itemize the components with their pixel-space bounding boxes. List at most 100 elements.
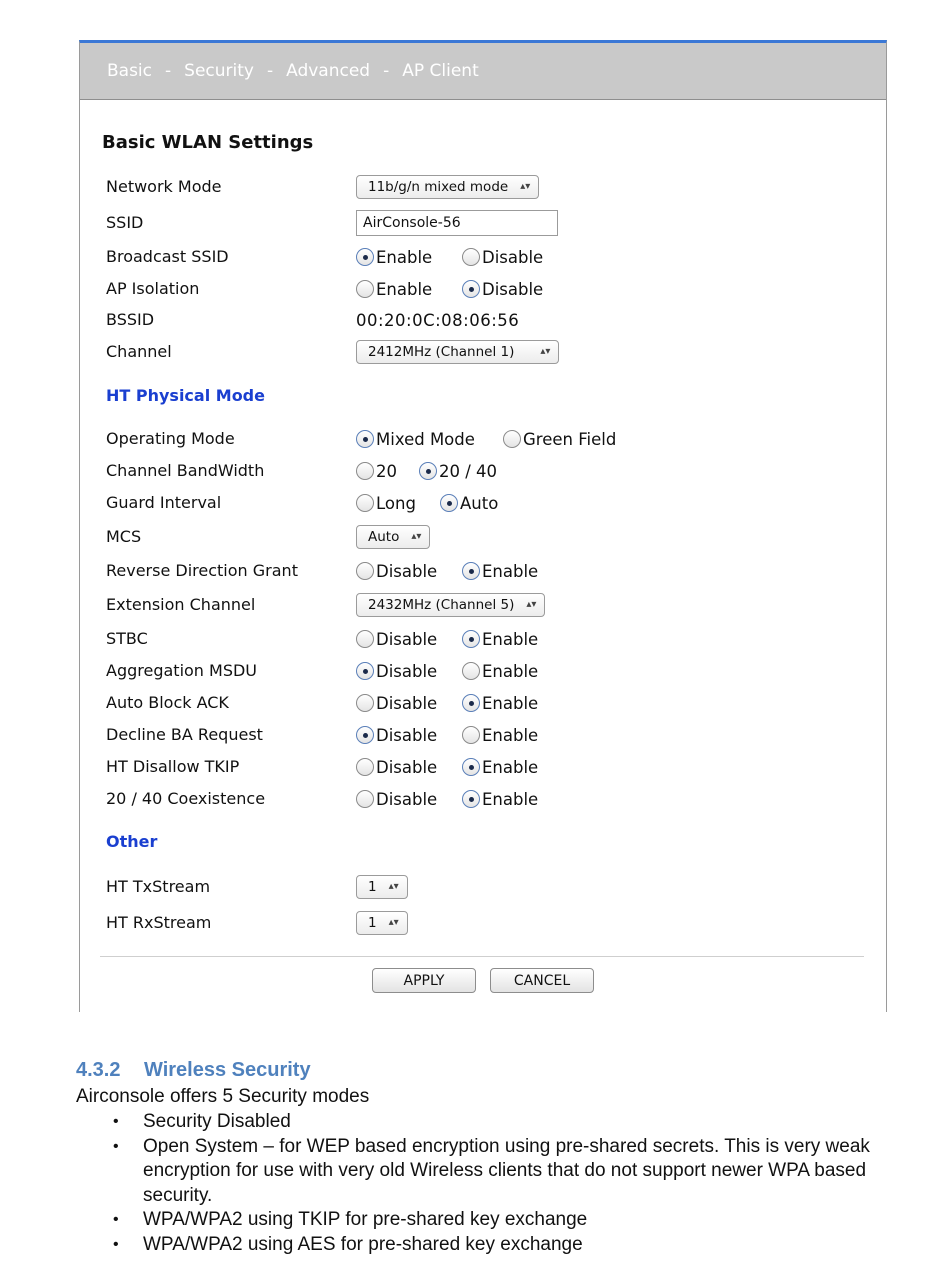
channel-value: 2412MHz (Channel 1): [368, 344, 515, 360]
channel-select[interactable]: 2412MHz (Channel 1) ▴▾: [356, 340, 560, 364]
stbc-row: STBC Disable Enable: [80, 625, 886, 653]
bandwidth-20-radio[interactable]: 20: [356, 462, 419, 481]
rdg-disable-radio[interactable]: Disable: [356, 562, 462, 581]
mcs-value: Auto: [368, 529, 400, 545]
radio-label: Green Field: [523, 429, 617, 449]
radio-selected-icon: [462, 280, 480, 298]
ap-isolation-enable-radio[interactable]: Enable: [356, 280, 462, 299]
radio-label: 20: [376, 461, 397, 481]
broadcast-ssid-disable-radio[interactable]: Disable: [462, 248, 543, 267]
ssid-input[interactable]: AirConsole-56: [356, 210, 558, 236]
select-arrows-icon: ▴▾: [388, 917, 399, 928]
radio-unselected-icon: [356, 462, 374, 480]
amsdu-label: Aggregation MSDU: [106, 661, 258, 680]
radio-unselected-icon: [356, 630, 374, 648]
select-arrows-icon: ▴▾: [520, 181, 531, 192]
list-item-text: WPA/WPA2 using AES for pre-shared key ex…: [143, 1233, 583, 1255]
network-mode-row: Network Mode 11b/g/n mixed mode ▴▾: [80, 173, 886, 201]
tx-stream-select[interactable]: 1 ▴▾: [356, 875, 408, 899]
radio-unselected-icon: [356, 790, 374, 808]
security-modes-list: • Security Disabled • Open System – for WE…: [76, 1110, 896, 1257]
radio-label: Disable: [376, 629, 438, 649]
radio-unselected-icon: [356, 280, 374, 298]
disallow-tkip-disable-radio[interactable]: Disable: [356, 758, 462, 777]
radio-label: Enable: [482, 757, 539, 777]
section-title: Wireless Security: [144, 1059, 311, 1081]
nav-basic[interactable]: Basic: [107, 61, 152, 81]
select-arrows-icon: ▴▾: [526, 599, 537, 610]
radio-label: Disable: [376, 789, 438, 809]
list-item-text: Open System – for WEP based encryption u…: [143, 1135, 870, 1206]
channel-label: Channel: [106, 342, 172, 361]
list-item-text: WPA/WPA2 using TKIP for pre-shared key e…: [143, 1209, 588, 1230]
list-item: • Open System – for WEP based encryption …: [76, 1135, 896, 1209]
cancel-button[interactable]: CANCEL: [490, 968, 594, 993]
nav-separator: -: [383, 61, 390, 81]
tx-stream-label: HT TxStream: [106, 877, 211, 896]
network-mode-select[interactable]: 11b/g/n mixed mode ▴▾: [356, 175, 540, 199]
auto-block-ack-disable-radio[interactable]: Disable: [356, 694, 462, 713]
bullet-icon: •: [113, 1235, 119, 1253]
radio-label: Disable: [376, 561, 438, 581]
radio-label: Enable: [482, 661, 539, 681]
coexistence-enable-radio[interactable]: Enable: [462, 790, 538, 809]
decline-ba-disable-radio[interactable]: Disable: [356, 726, 462, 745]
nav-security[interactable]: Security: [184, 61, 254, 81]
other-title: Other: [106, 832, 158, 851]
radio-label: Mixed Mode: [376, 429, 475, 449]
radio-selected-icon: [356, 662, 374, 680]
mcs-row: MCS Auto ▴▾: [80, 523, 886, 551]
coexistence-disable-radio[interactable]: Disable: [356, 790, 462, 809]
amsdu-disable-radio[interactable]: Disable: [356, 662, 462, 681]
nav-advanced[interactable]: Advanced: [286, 61, 370, 81]
ap-isolation-disable-radio[interactable]: Disable: [462, 280, 543, 299]
router-settings-panel: Basic - Security - Advanced - AP Client …: [79, 40, 887, 1012]
amsdu-row: Aggregation MSDU Disable Enable: [80, 657, 886, 685]
broadcast-ssid-enable-radio[interactable]: Enable: [356, 248, 462, 267]
decline-ba-enable-radio[interactable]: Enable: [462, 726, 538, 745]
stbc-label: STBC: [106, 629, 148, 648]
radio-unselected-icon: [356, 758, 374, 776]
disallow-tkip-row: HT Disallow TKIP Disable Enable: [80, 753, 886, 781]
radio-selected-icon: [356, 726, 374, 744]
rdg-enable-radio[interactable]: Enable: [462, 562, 538, 581]
auto-block-ack-enable-radio[interactable]: Enable: [462, 694, 538, 713]
auto-block-ack-label: Auto Block ACK: [106, 693, 229, 712]
rx-stream-select[interactable]: 1 ▴▾: [356, 911, 408, 935]
stbc-disable-radio[interactable]: Disable: [356, 630, 462, 649]
extension-channel-select[interactable]: 2432MHz (Channel 5) ▴▾: [356, 593, 546, 617]
ap-isolation-label: AP Isolation: [106, 279, 200, 298]
radio-label: Enable: [482, 561, 539, 581]
radio-label: Enable: [482, 789, 539, 809]
operating-mode-row: Operating Mode Mixed Mode Green Field: [80, 425, 886, 453]
radio-label: Disable: [482, 279, 544, 299]
mcs-select[interactable]: Auto ▴▾: [356, 525, 431, 549]
amsdu-enable-radio[interactable]: Enable: [462, 662, 538, 681]
rdg-row: Reverse Direction Grant Disable Enable: [80, 557, 886, 585]
bandwidth-20-40-radio[interactable]: 20 / 40: [419, 462, 497, 481]
guard-interval-auto-radio[interactable]: Auto: [440, 494, 498, 513]
radio-label: Disable: [376, 693, 438, 713]
auto-block-ack-row: Auto Block ACK Disable Enable: [80, 689, 886, 717]
radio-selected-icon: [462, 630, 480, 648]
radio-selected-icon: [440, 494, 458, 512]
operating-mode-mixed-radio[interactable]: Mixed Mode: [356, 430, 503, 449]
nav-ap-client[interactable]: AP Client: [402, 61, 479, 81]
guard-interval-row: Guard Interval Long Auto: [80, 489, 886, 517]
disallow-tkip-enable-radio[interactable]: Enable: [462, 758, 538, 777]
select-arrows-icon: ▴▾: [388, 881, 399, 892]
stbc-enable-radio[interactable]: Enable: [462, 630, 538, 649]
nav-separator: -: [266, 61, 274, 81]
apply-button[interactable]: APPLY: [372, 968, 476, 993]
radio-label: Disable: [376, 661, 438, 681]
operating-mode-green-field-radio[interactable]: Green Field: [503, 430, 616, 449]
broadcast-ssid-label: Broadcast SSID: [106, 247, 229, 266]
radio-selected-icon: [462, 562, 480, 580]
radio-unselected-icon: [356, 562, 374, 580]
network-mode-value: 11b/g/n mixed mode: [368, 179, 509, 195]
extension-channel-label: Extension Channel: [106, 595, 256, 614]
channel-bandwidth-label: Channel BandWidth: [106, 461, 265, 480]
guard-interval-long-radio[interactable]: Long: [356, 494, 440, 513]
radio-unselected-icon: [462, 248, 480, 266]
decline-ba-label: Decline BA Request: [106, 725, 263, 744]
